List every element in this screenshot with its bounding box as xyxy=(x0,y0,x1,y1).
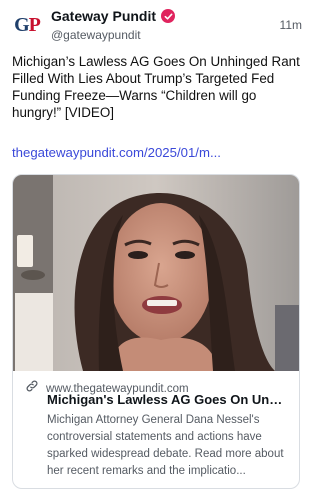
card-title[interactable]: Michigan's Lawless AG Goes On Unhi... xyxy=(47,392,289,407)
avatar[interactable]: GP xyxy=(12,10,42,40)
author-handle[interactable]: @gatewaypundit xyxy=(51,28,141,42)
author-name[interactable]: Gateway Pundit xyxy=(51,8,156,24)
post-header: GP Gateway Pundit @gatewaypundit 11m xyxy=(12,6,302,46)
gp-logo-icon: GP xyxy=(14,13,41,36)
author-name-row: Gateway Pundit xyxy=(51,8,176,24)
post[interactable]: GP Gateway Pundit @gatewaypundit 11m Mic… xyxy=(0,0,313,500)
preview-image xyxy=(13,175,299,371)
verified-badge-icon xyxy=(161,9,176,23)
link-preview-card[interactable]: www.thegatewaypundit.com Michigan's Lawl… xyxy=(12,174,300,489)
post-link[interactable]: thegatewaypundit.com/2025/01/m... xyxy=(12,145,304,160)
card-description: Michigan Attorney General Dana Nessel's … xyxy=(47,414,284,477)
link-icon xyxy=(25,379,39,398)
post-text: Michigan’s Lawless AG Goes On Unhinged R… xyxy=(12,54,300,120)
post-time: 11m xyxy=(279,18,302,32)
